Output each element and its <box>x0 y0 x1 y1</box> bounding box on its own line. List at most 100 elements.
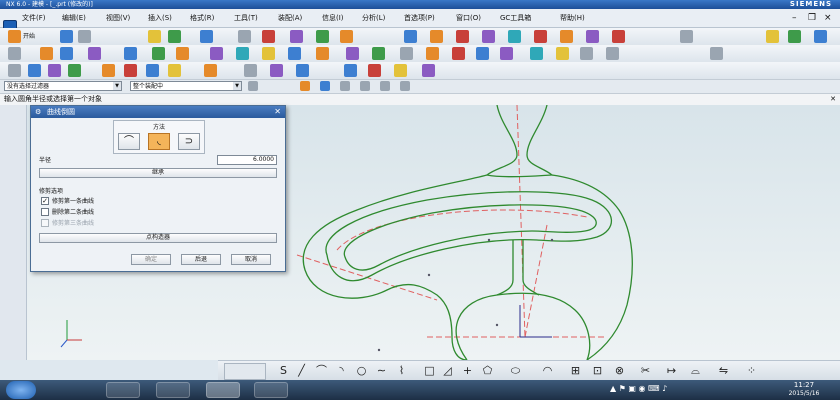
snap-icon[interactable] <box>248 81 258 91</box>
layer-icon[interactable] <box>680 30 693 43</box>
shaded-icon[interactable] <box>124 47 137 60</box>
ellipse-tool-icon[interactable]: ⬭ <box>508 363 523 378</box>
fit-icon[interactable] <box>8 47 21 60</box>
restore-icon[interactable]: ❐ <box>806 12 818 24</box>
curve-chamfer-icon[interactable] <box>244 64 257 77</box>
project-tool-icon[interactable]: ⊡ <box>590 363 605 378</box>
sketch-icon[interactable] <box>262 30 275 43</box>
center-snap-icon[interactable] <box>340 81 350 91</box>
line-tool-icon[interactable]: ╱ <box>294 363 309 378</box>
menu-analysis[interactable]: 分析(L) <box>360 12 387 24</box>
pan-icon[interactable] <box>88 47 101 60</box>
back-button[interactable]: 后退 <box>181 254 221 265</box>
polygon-icon[interactable] <box>146 64 159 77</box>
media-player-taskbar-icon[interactable] <box>254 382 288 398</box>
pattern-tool-icon[interactable]: ⁘ <box>744 363 759 378</box>
trim-first-checkbox[interactable]: ✓ <box>41 197 49 205</box>
open-icon[interactable] <box>78 30 91 43</box>
menu-tools[interactable]: 工具(T) <box>232 12 260 24</box>
roles-icon[interactable] <box>788 30 801 43</box>
endpoint-snap-icon[interactable] <box>300 81 310 91</box>
offset-tool-icon[interactable]: ⊞ <box>568 363 583 378</box>
dialog-close-icon[interactable]: ✕ <box>274 106 281 118</box>
cut-icon[interactable] <box>200 30 213 43</box>
reuse-library-icon[interactable] <box>6 185 20 199</box>
intersection-curve-icon[interactable] <box>422 64 435 77</box>
spline-tool-icon[interactable]: ∼ <box>374 363 389 378</box>
arc-icon[interactable] <box>48 64 61 77</box>
wireframe-icon[interactable] <box>152 47 165 60</box>
fillet-tool-icon[interactable]: ◝ <box>334 363 349 378</box>
toolbar-handle[interactable] <box>224 363 266 380</box>
point-constructor-button[interactable]: 点构造器 <box>39 233 277 243</box>
start-menu-icon[interactable] <box>8 30 21 43</box>
hole-icon[interactable] <box>500 47 513 60</box>
explorer-taskbar-icon[interactable] <box>106 382 140 398</box>
midpoint-snap-icon[interactable] <box>320 81 330 91</box>
expression-icon[interactable] <box>710 47 723 60</box>
intersection-snap-icon[interactable] <box>380 81 390 91</box>
menu-gc-toolkit[interactable]: GC工具箱 <box>498 12 533 24</box>
cancel-button[interactable]: 取消 <box>231 254 271 265</box>
system-materials-icon[interactable] <box>6 269 20 283</box>
tray-icons[interactable]: ▲ ⚑ ▣ ◉ ⌨ ♪ <box>610 384 667 393</box>
sphere-icon[interactable] <box>482 30 495 43</box>
zoom-icon[interactable] <box>40 47 53 60</box>
menu-assemblies[interactable]: 装配(A) <box>276 12 304 24</box>
menu-format[interactable]: 格式(R) <box>188 12 216 24</box>
history-icon[interactable] <box>6 237 20 251</box>
curve-fillet-icon[interactable] <box>204 64 217 77</box>
nx-taskbar-icon[interactable] <box>206 382 240 398</box>
chamfer-tool-icon[interactable]: ◿ <box>440 363 455 378</box>
shell-icon[interactable] <box>426 47 439 60</box>
windows-start-button[interactable] <box>6 381 36 399</box>
menu-preferences[interactable]: 首选项(P) <box>402 12 437 24</box>
project-curve-icon[interactable] <box>368 64 381 77</box>
boss-icon[interactable] <box>530 47 543 60</box>
menu-window[interactable]: 窗口(O) <box>454 12 483 24</box>
orient-icon[interactable] <box>176 47 189 60</box>
block-icon[interactable] <box>404 30 417 43</box>
system-scenes-icon[interactable] <box>6 337 20 351</box>
datum-icon[interactable] <box>290 30 303 43</box>
mirror-tool-icon[interactable]: ⇋ <box>716 363 731 378</box>
conic-tool-icon[interactable]: ◠ <box>540 363 555 378</box>
scope-select[interactable]: 整个装配中 ▼ <box>130 81 242 91</box>
curve-tool-icon[interactable]: ⌇ <box>394 363 409 378</box>
bridge-tool-icon[interactable]: ⌓ <box>688 363 703 378</box>
arc-tool-icon[interactable]: ⌒ <box>314 363 329 378</box>
measure-icon[interactable] <box>236 47 249 60</box>
extend-tool-icon[interactable]: ↦ <box>664 363 679 378</box>
move-object-icon[interactable] <box>288 47 301 60</box>
chevron-down-icon[interactable]: ▼ <box>233 82 241 90</box>
mirror-icon[interactable] <box>372 47 385 60</box>
start-label[interactable]: 开始 <box>23 30 35 43</box>
trim-second-checkbox[interactable] <box>41 208 49 216</box>
offset-icon[interactable] <box>316 47 329 60</box>
bridge-curve-icon[interactable] <box>394 64 407 77</box>
edit-curve-icon[interactable] <box>296 64 309 77</box>
cylinder-icon[interactable] <box>430 30 443 43</box>
intersect-icon[interactable] <box>560 30 573 43</box>
part-navigator-icon[interactable] <box>6 163 20 177</box>
revolve-icon[interactable] <box>340 30 353 43</box>
menu-file[interactable]: 文件(F) <box>20 12 48 24</box>
quadrant-snap-icon[interactable] <box>360 81 370 91</box>
trim-icon[interactable] <box>346 47 359 60</box>
existing-point-snap-icon[interactable] <box>400 81 410 91</box>
help-icon[interactable] <box>766 30 779 43</box>
rectangle-icon[interactable] <box>124 64 137 77</box>
menu-help[interactable]: 帮助(H) <box>558 12 587 24</box>
simple-fillet-button[interactable]: ⌒ <box>118 133 140 150</box>
copy-icon[interactable] <box>238 30 251 43</box>
profile-icon[interactable]: S <box>276 363 291 378</box>
pocket-icon[interactable] <box>556 47 569 60</box>
constraint-navigator-icon[interactable] <box>6 141 20 155</box>
polygon-tool-icon[interactable]: ⬠ <box>480 363 495 378</box>
minimize-icon[interactable]: – <box>790 12 799 24</box>
trim-curve-icon[interactable] <box>270 64 283 77</box>
cue-close-icon[interactable]: ✕ <box>830 94 836 105</box>
close-icon[interactable]: × <box>822 12 834 24</box>
inherit-button[interactable]: 继承 <box>39 168 277 178</box>
circle-icon[interactable] <box>68 64 81 77</box>
